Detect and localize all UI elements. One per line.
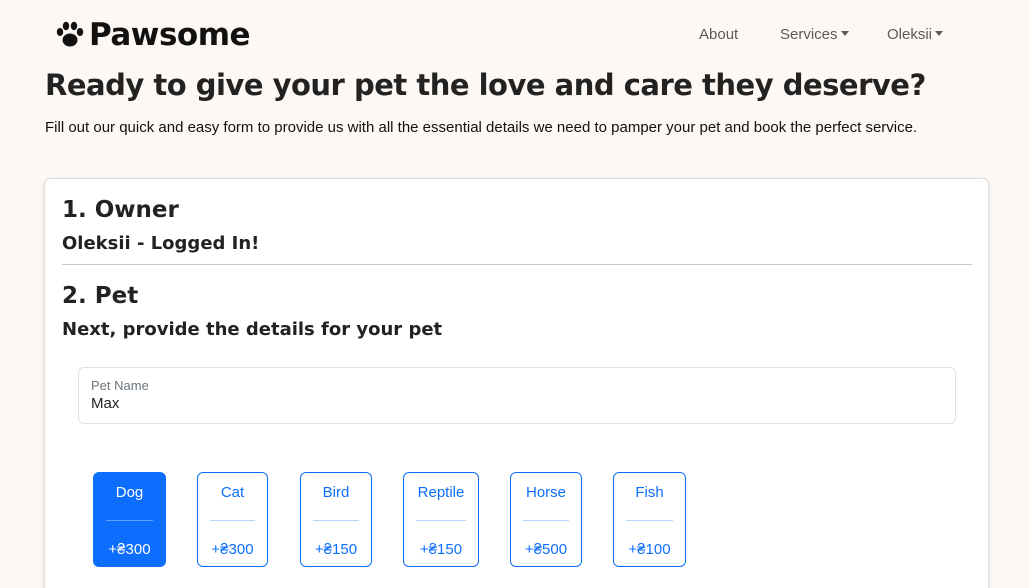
- species-divider: [210, 520, 255, 521]
- caret-down-icon: [935, 30, 944, 36]
- species-price: +₴300: [211, 541, 254, 558]
- caret-down-icon: [840, 30, 849, 36]
- species-divider: [106, 520, 153, 521]
- nav-user-dropdown[interactable]: Oleksii: [887, 26, 944, 43]
- species-divider: [313, 520, 359, 521]
- pet-name-field[interactable]: Pet Name: [78, 367, 956, 424]
- species-name: Reptile: [417, 484, 465, 501]
- nav-about-link[interactable]: About: [699, 26, 738, 43]
- pet-section-title: 2. Pet: [62, 283, 139, 309]
- species-price: +₴100: [628, 541, 671, 558]
- species-option-cat[interactable]: Cat +₴300: [197, 472, 268, 567]
- species-divider: [523, 520, 569, 521]
- species-name: Cat: [220, 484, 245, 501]
- species-option-bird[interactable]: Bird +₴150: [300, 472, 372, 567]
- species-divider: [416, 520, 466, 521]
- navbar: Pawsome About Services Oleksii: [0, 0, 1029, 70]
- page-lead: Fill out our quick and easy form to prov…: [45, 119, 918, 136]
- owner-section-title: 1. Owner: [62, 197, 179, 223]
- pet-name-input[interactable]: [91, 395, 941, 412]
- species-name: Dog: [115, 484, 144, 501]
- pet-name-label: Pet Name: [91, 378, 149, 393]
- species-option-reptile[interactable]: Reptile +₴150: [403, 472, 479, 567]
- species-divider: [626, 520, 673, 521]
- species-price: +₴500: [524, 541, 568, 558]
- species-option-horse[interactable]: Horse +₴500: [510, 472, 582, 567]
- species-name: Bird: [322, 484, 350, 501]
- pet-section-subtitle: Next, provide the details for your pet: [62, 319, 443, 340]
- species-option-fish[interactable]: Fish +₴100: [613, 472, 686, 567]
- species-price: +₴300: [108, 541, 151, 558]
- species-price: +₴150: [419, 541, 463, 558]
- nav-services-dropdown[interactable]: Services: [780, 26, 849, 43]
- species-name: Horse: [525, 484, 566, 501]
- booking-form-card: 1. Owner Oleksii - Logged In! 2. Pet Nex…: [44, 178, 989, 588]
- species-price: +₴150: [314, 541, 358, 558]
- owner-status: Oleksii - Logged In!: [62, 233, 260, 254]
- species-option-dog[interactable]: Dog +₴300: [93, 472, 166, 567]
- section-divider: [62, 264, 972, 265]
- page-title: Ready to give your pet the love and care…: [45, 68, 926, 102]
- nav-links: About Services Oleksii: [0, 26, 1029, 46]
- nav-services-label: Services: [780, 26, 838, 43]
- species-name: Fish: [635, 484, 664, 501]
- nav-user-label: Oleksii: [887, 26, 933, 43]
